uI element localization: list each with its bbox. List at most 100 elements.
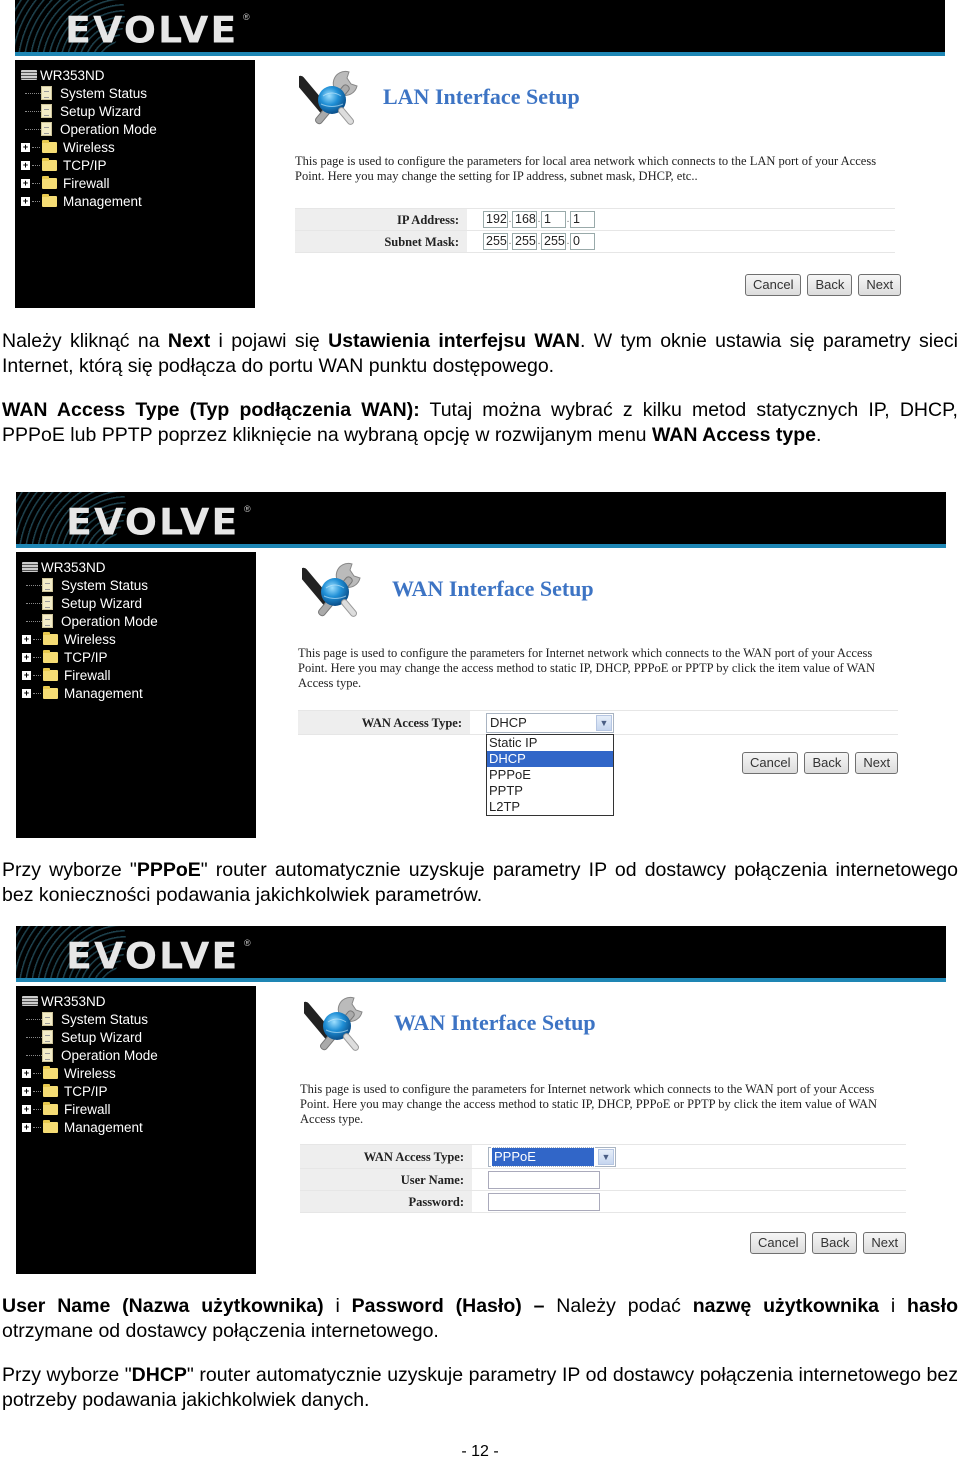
next-button[interactable]: Next [855,752,899,774]
sidebar-item-system-status[interactable]: System Status [21,84,255,102]
bold-text-run: DHCP [131,1364,187,1386]
sidebar-item-setup-wizard[interactable]: Setup Wizard [22,594,256,612]
bold-text-run: WAN Access type [651,424,816,446]
folder-icon [43,685,58,699]
sidebar-item-wireless[interactable]: + Wireless [21,138,255,156]
back-button[interactable]: Back [812,1232,858,1254]
document-icon [42,578,53,592]
device-root[interactable]: WR353ND [22,992,256,1010]
expand-plus-icon[interactable]: + [22,1086,31,1096]
sidebar-item-tcpip[interactable]: + TCP/IP [22,648,256,666]
router-header: EVOLVE ® [16,926,946,982]
next-button[interactable]: Next [858,274,902,296]
mask-octet-4-input[interactable]: 0 [570,233,595,250]
wan-access-type-select[interactable]: DHCP ▼ [486,712,614,733]
sidebar-item-setup-wizard[interactable]: Setup Wizard [21,102,255,120]
sidebar-item-management[interactable]: + Management [22,684,256,702]
device-name: WR353ND [41,993,106,1009]
password-input[interactable] [488,1192,600,1211]
mask-octet-3-input[interactable]: 255 [541,233,566,250]
next-button[interactable]: Next [863,1232,907,1254]
device-root[interactable]: WR353ND [22,558,256,576]
sidebar-item-operation-mode[interactable]: Operation Mode [21,120,255,138]
option-pptp[interactable]: PPTP [487,783,613,799]
text-run: i [323,1295,352,1317]
screenshot-wan-pppoe: EVOLVE ® WR353ND System Status Setup Wiz… [16,926,946,1276]
wan-access-type-options: Static IP DHCP PPPoE PPTP L2TP [486,734,614,816]
page-title: WAN Interface Setup [394,1010,596,1035]
option-l2tp[interactable]: L2TP [487,799,613,815]
sidebar-item-tcpip[interactable]: + TCP/IP [22,1082,256,1100]
bold-text-run: Password (Hasło) – [351,1295,545,1317]
sidebar-item-tcpip[interactable]: + TCP/IP [21,156,255,174]
folder-icon [43,631,58,645]
wan-access-type-label: WAN Access Type: [300,1145,472,1168]
sidebar-item-wireless[interactable]: + Wireless [22,630,256,648]
chevron-down-icon[interactable]: ▼ [596,714,612,731]
expand-plus-icon[interactable]: + [21,178,30,188]
expand-plus-icon[interactable]: + [21,160,30,170]
bold-text-run: PPPoE [136,859,201,881]
ip-octet-3-input[interactable]: 1 [541,211,566,228]
expand-plus-icon[interactable]: + [21,142,30,152]
sidebar-item-operation-mode[interactable]: Operation Mode [22,1046,256,1064]
sidebar-item-firewall[interactable]: + Firewall [21,174,255,192]
text-run: Należy podać [544,1295,693,1317]
bold-text-run: WAN Access Type (Typ podłączenia WAN): [2,399,420,421]
ip-octet-1-input[interactable]: 192 [483,211,508,228]
expand-plus-icon[interactable]: + [22,1068,31,1078]
chevron-down-icon[interactable]: ▼ [598,1148,614,1165]
page-title: WAN Interface Setup [392,576,594,601]
expand-plus-icon[interactable]: + [22,634,31,644]
evolve-logo: EVOLVE [65,9,239,51]
expand-plus-icon[interactable]: + [22,652,31,662]
cancel-button[interactable]: Cancel [745,274,802,296]
username-input[interactable] [488,1170,600,1189]
device-root[interactable]: WR353ND [21,66,255,84]
expand-plus-icon[interactable]: + [21,196,30,206]
back-button[interactable]: Back [807,274,853,296]
page-title: LAN Interface Setup [383,84,580,109]
sidebar-item-management[interactable]: + Management [21,192,255,210]
sidebar-item-management[interactable]: + Management [22,1118,256,1136]
sidebar-item-setup-wizard[interactable]: Setup Wizard [22,1028,256,1046]
sidebar-item-firewall[interactable]: + Firewall [22,666,256,684]
mask-octet-1-input[interactable]: 255 [483,233,508,250]
bold-text-run: hasło [907,1295,958,1317]
bold-text-run: Ustawienia interfejsu WAN [328,330,580,352]
paragraph-username-password: User Name (Nazwa użytkownika) i Password… [2,1294,958,1344]
text-run: . [815,424,822,446]
mask-octet-2-input[interactable]: 255 [512,233,537,250]
option-dhcp[interactable]: DHCP [487,751,613,767]
expand-plus-icon[interactable]: + [22,670,31,680]
back-button[interactable]: Back [804,752,850,774]
paragraph-pppoe: Przy wyborze "PPPoE" router automatyczni… [2,858,958,908]
cancel-button[interactable]: Cancel [742,752,799,774]
text-run: Przy wyborze " [2,1364,132,1386]
folder-icon [42,175,57,189]
wan-access-type-select[interactable]: PPPoE ▼ [488,1146,616,1167]
sidebar-item-operation-mode[interactable]: Operation Mode [22,612,256,630]
ip-octet-4-input[interactable]: 1 [570,211,595,228]
ip-octet-2-input[interactable]: 168 [512,211,537,228]
text-run: i pojawi się [210,330,329,352]
router-header: EVOLVE ® [15,0,945,56]
expand-plus-icon[interactable]: + [22,688,31,698]
expand-plus-icon[interactable]: + [22,1104,31,1114]
text-run: Należy kliknąć na [2,330,168,352]
sidebar-item-wireless[interactable]: + Wireless [22,1064,256,1082]
cancel-button[interactable]: Cancel [750,1232,807,1254]
option-static-ip[interactable]: Static IP [487,735,613,751]
expand-plus-icon[interactable]: + [22,1122,31,1132]
paragraph-dhcp: Przy wyborze "DHCP" router automatycznie… [2,1363,958,1413]
document-icon [42,1012,53,1026]
subnet-mask-label: Subnet Mask: [295,231,467,252]
page-number: - 12 - [461,1443,499,1460]
selected-value: DHCP [490,714,527,730]
option-pppoe[interactable]: PPPoE [487,767,613,783]
bold-text-run: User Name (Nazwa użytkownika) [2,1295,324,1317]
sidebar-item-system-status[interactable]: System Status [22,576,256,594]
registered-mark: ® [243,12,250,22]
sidebar-item-firewall[interactable]: + Firewall [22,1100,256,1118]
sidebar-item-system-status[interactable]: System Status [22,1010,256,1028]
